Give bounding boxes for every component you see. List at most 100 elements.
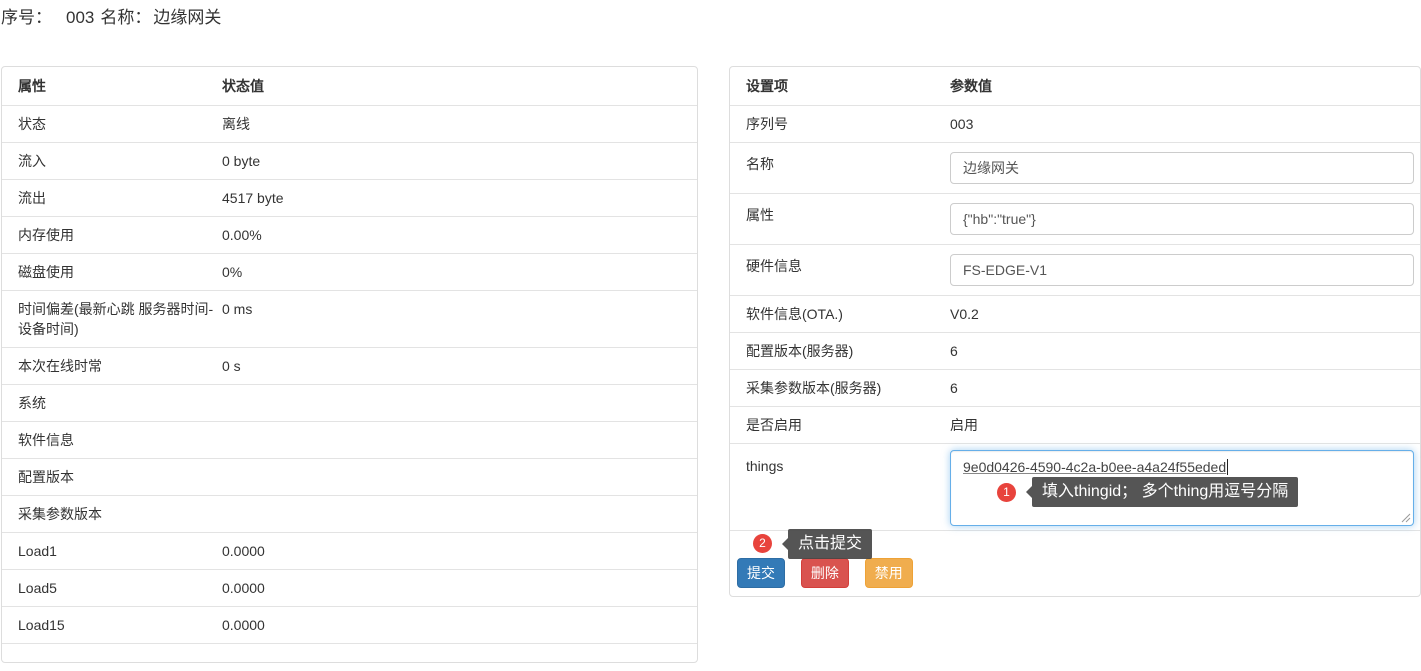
row-value: 6 bbox=[950, 370, 1420, 406]
tooltip-arrow-left-icon bbox=[1020, 486, 1032, 498]
collect-version-row: 采集参数版本(服务器) 6 bbox=[730, 370, 1420, 407]
row-label: 系统 bbox=[2, 385, 222, 421]
status-panel: 属性 状态值 状态离线 流入0 byte 流出4517 byte 内存使用0.0… bbox=[1, 66, 698, 663]
row-value bbox=[222, 459, 697, 495]
hardware-row: 硬件信息 bbox=[730, 245, 1420, 296]
row-label: 时间偏差(最新心跳 服务器时间-设备时间) bbox=[2, 291, 222, 347]
row-label: 硬件信息 bbox=[730, 245, 950, 284]
settings-header-row: 设置项 参数值 bbox=[730, 67, 1420, 106]
column-header-param-value: 参数值 bbox=[950, 67, 1420, 105]
table-row: Load50.0000 bbox=[2, 570, 697, 607]
actions-row: 2 点击提交 提交 删除 禁用 bbox=[730, 531, 1420, 596]
row-label: 配置版本(服务器) bbox=[730, 333, 950, 369]
table-row: 系统 bbox=[2, 385, 697, 422]
annotation-step-2: 2 点击提交 bbox=[753, 529, 872, 559]
settings-panel: 设置项 参数值 序列号 003 名称 属性 硬件信息 bbox=[729, 66, 1421, 597]
things-textarea[interactable]: 9e0d0426-4590-4c2a-b0ee-a4a24f55eded 1 填… bbox=[950, 450, 1414, 526]
row-value bbox=[222, 422, 697, 458]
step-1-badge: 1 bbox=[997, 483, 1016, 502]
row-value: 0.0000 bbox=[222, 570, 697, 606]
row-value: 离线 bbox=[222, 106, 697, 142]
row-label: 内存使用 bbox=[2, 217, 222, 253]
submit-button[interactable]: 提交 bbox=[737, 558, 785, 588]
table-row: 流入0 byte bbox=[2, 143, 697, 180]
serial-label: 序号： bbox=[1, 8, 52, 27]
row-value: 0 ms bbox=[222, 291, 697, 347]
row-value: 4517 byte bbox=[222, 180, 697, 216]
row-value bbox=[950, 143, 1420, 193]
table-row: Load150.0000 bbox=[2, 607, 697, 644]
status-header-row: 属性 状态值 bbox=[2, 67, 697, 106]
table-row: Load10.0000 bbox=[2, 533, 697, 570]
serial-row: 序列号 003 bbox=[730, 106, 1420, 143]
row-value bbox=[222, 385, 697, 421]
serial-value: 003 bbox=[66, 8, 94, 27]
row-label: 采集参数版本 bbox=[2, 496, 222, 532]
table-row: 时间偏差(最新心跳 服务器时间-设备时间)0 ms bbox=[2, 291, 697, 348]
tooltip-arrow-left-icon bbox=[776, 538, 788, 550]
row-label: Load5 bbox=[2, 570, 222, 606]
row-value: 启用 bbox=[950, 407, 1420, 443]
attributes-row: 属性 bbox=[730, 194, 1420, 245]
hardware-input[interactable] bbox=[950, 254, 1414, 286]
row-label: 采集参数版本(服务器) bbox=[730, 370, 950, 406]
row-label: 流入 bbox=[2, 143, 222, 179]
disable-button[interactable]: 禁用 bbox=[865, 558, 913, 588]
table-row: 流出4517 byte bbox=[2, 180, 697, 217]
table-row: 状态离线 bbox=[2, 106, 697, 143]
step-2-tooltip-text: 点击提交 bbox=[788, 529, 872, 559]
row-value: 0.0000 bbox=[222, 533, 697, 569]
step-1-tooltip-text: 填入thingid； 多个thing用逗号分隔 bbox=[1032, 477, 1298, 507]
column-header-attr: 属性 bbox=[2, 67, 222, 105]
row-value bbox=[222, 496, 697, 532]
name-row: 名称 bbox=[730, 143, 1420, 194]
row-label: things bbox=[730, 444, 950, 484]
table-row: 本次在线时常0 s bbox=[2, 348, 697, 385]
things-row: things 9e0d0426-4590-4c2a-b0ee-a4a24f55e… bbox=[730, 444, 1420, 531]
row-label: 流出 bbox=[2, 180, 222, 216]
software-ota-row: 软件信息(OTA.) V0.2 bbox=[730, 296, 1420, 333]
row-label: 序列号 bbox=[730, 106, 950, 142]
row-value: V0.2 bbox=[950, 296, 1420, 332]
row-value: 9e0d0426-4590-4c2a-b0ee-a4a24f55eded 1 填… bbox=[950, 444, 1420, 530]
name-label: 名称： bbox=[100, 8, 151, 27]
row-label: 属性 bbox=[730, 194, 950, 233]
row-label: 是否启用 bbox=[730, 407, 950, 443]
table-row: 软件信息 bbox=[2, 422, 697, 459]
row-value: 6 bbox=[950, 333, 1420, 369]
row-label: Load1 bbox=[2, 533, 222, 569]
column-header-status-value: 状态值 bbox=[222, 67, 697, 105]
step-2-badge: 2 bbox=[753, 534, 772, 553]
config-version-row: 配置版本(服务器) 6 bbox=[730, 333, 1420, 370]
row-label: 配置版本 bbox=[2, 459, 222, 495]
text-caret bbox=[1227, 459, 1228, 475]
content-panels: 属性 状态值 状态离线 流入0 byte 流出4517 byte 内存使用0.0… bbox=[1, 66, 1421, 663]
row-value: 0.00% bbox=[222, 217, 697, 253]
delete-button[interactable]: 删除 bbox=[801, 558, 849, 588]
things-text: 9e0d0426-4590-4c2a-b0ee-a4a24f55eded bbox=[963, 459, 1226, 475]
name-input[interactable] bbox=[950, 152, 1414, 184]
row-value bbox=[950, 194, 1420, 244]
annotation-step-1: 1 填入thingid； 多个thing用逗号分隔 bbox=[997, 477, 1298, 507]
page-title: 序号： 003 名称：边缘网关 bbox=[1, 0, 1421, 31]
row-label: 软件信息 bbox=[2, 422, 222, 458]
resize-handle-icon[interactable] bbox=[1400, 512, 1411, 523]
row-label: 本次在线时常 bbox=[2, 348, 222, 384]
row-value: 0.0000 bbox=[222, 607, 697, 643]
attributes-input[interactable] bbox=[950, 203, 1414, 235]
row-value: 0 byte bbox=[222, 143, 697, 179]
row-label: 状态 bbox=[2, 106, 222, 142]
column-header-setting: 设置项 bbox=[730, 67, 950, 105]
row-value bbox=[950, 245, 1420, 295]
row-label: 名称 bbox=[730, 143, 950, 182]
row-value: 0% bbox=[222, 254, 697, 290]
name-value: 边缘网关 bbox=[153, 8, 221, 27]
row-label: 软件信息(OTA.) bbox=[730, 296, 950, 332]
row-value: 003 bbox=[950, 106, 1420, 142]
enabled-row: 是否启用 启用 bbox=[730, 407, 1420, 444]
table-row: 采集参数版本 bbox=[2, 496, 697, 533]
row-label: Load15 bbox=[2, 607, 222, 643]
row-label: 磁盘使用 bbox=[2, 254, 222, 290]
table-row: 磁盘使用0% bbox=[2, 254, 697, 291]
device-detail-page: 序号： 003 名称：边缘网关 属性 状态值 状态离线 流入0 byte 流出451… bbox=[0, 0, 1421, 663]
